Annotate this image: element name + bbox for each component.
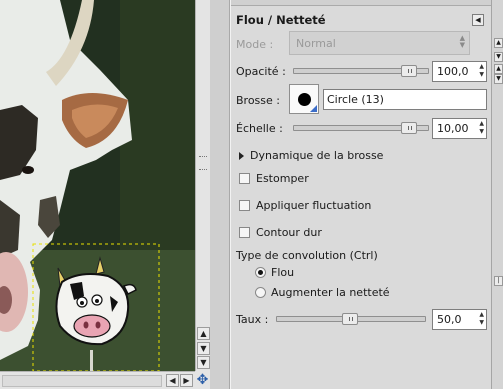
opacity-slider-handle[interactable] bbox=[401, 65, 417, 77]
scale-label: Échelle : bbox=[236, 122, 283, 135]
horizontal-scroll-track[interactable] bbox=[2, 375, 162, 387]
spin-arrows-icon[interactable]: ▲ ▼ bbox=[479, 120, 484, 136]
brush-picker-corner-icon bbox=[310, 105, 317, 112]
rate-value: 50,0 bbox=[437, 313, 462, 326]
mode-select: Normal ▲ ▼ bbox=[289, 31, 470, 55]
horizontal-scrollbar[interactable]: ◀ ▶ bbox=[0, 371, 210, 389]
dock-up-button-2[interactable]: ▲ bbox=[494, 64, 503, 74]
opacity-label: Opacité : bbox=[236, 65, 286, 78]
opacity-value: 100,0 bbox=[437, 65, 469, 78]
brush-dynamics-label: Dynamique de la brosse bbox=[250, 149, 384, 162]
scale-slider-handle[interactable] bbox=[401, 122, 417, 134]
scroll-down-button[interactable]: ▼ bbox=[197, 342, 210, 355]
brush-name-field[interactable]: Circle (13) bbox=[323, 89, 487, 110]
brush-preview-button[interactable] bbox=[289, 84, 319, 114]
fade-checkbox[interactable] bbox=[239, 173, 250, 184]
right-dock-strip: ▲ ▼ ▲ ▼ | bbox=[491, 0, 503, 389]
fade-label[interactable]: Estomper bbox=[256, 172, 309, 185]
rate-input[interactable]: 50,0 ▲ ▼ bbox=[432, 309, 487, 330]
tool-options-panel: Flou / Netteté ◀ Mode : Normal ▲ ▼ Opacit… bbox=[230, 0, 492, 389]
panel-top-border bbox=[231, 0, 492, 6]
dock-tab-button[interactable]: | bbox=[494, 276, 503, 286]
sharpen-radio[interactable] bbox=[255, 287, 266, 298]
mode-label: Mode : bbox=[236, 38, 274, 51]
panel-title: Flou / Netteté bbox=[236, 13, 326, 27]
spin-arrows-icon[interactable]: ▲ ▼ bbox=[479, 63, 484, 79]
vertical-scrollbar[interactable]: ▲ ▼ ▼ bbox=[195, 0, 210, 371]
spin-arrows-icon[interactable]: ▲ ▼ bbox=[479, 311, 484, 327]
canvas-image bbox=[0, 0, 195, 371]
dock-up-button[interactable]: ▲ bbox=[494, 38, 503, 48]
expander-triangle-icon bbox=[239, 152, 244, 160]
mode-value: Normal bbox=[296, 37, 336, 50]
panel-separator[interactable] bbox=[210, 0, 230, 389]
combo-arrows-icon: ▲ ▼ bbox=[459, 34, 465, 49]
gimp-window: ▲ ▼ ▼ ◀ ▶ ✥ Flou / Netteté ◀ Mode : Norm… bbox=[0, 0, 503, 389]
hard-edge-label[interactable]: Contour dur bbox=[256, 226, 322, 239]
dock-down-button[interactable]: ▼ bbox=[494, 52, 503, 62]
panel-menu-icon[interactable]: ◀ bbox=[472, 14, 484, 26]
rate-label: Taux : bbox=[236, 313, 269, 326]
jitter-checkbox[interactable] bbox=[239, 200, 250, 211]
resize-grip[interactable] bbox=[199, 156, 207, 170]
hard-edge-checkbox[interactable] bbox=[239, 227, 250, 238]
scroll-right-button[interactable]: ▶ bbox=[180, 374, 193, 387]
scroll-up-button[interactable]: ▲ bbox=[197, 327, 210, 340]
blur-radio[interactable] bbox=[255, 267, 266, 278]
brush-label: Brosse : bbox=[236, 94, 280, 107]
scale-value: 10,00 bbox=[437, 122, 469, 135]
blur-radio-label[interactable]: Flou bbox=[271, 266, 294, 279]
opacity-input[interactable]: 100,0 ▲ ▼ bbox=[432, 61, 487, 82]
scroll-left-button[interactable]: ◀ bbox=[166, 374, 179, 387]
image-canvas[interactable] bbox=[0, 0, 195, 371]
rate-slider-handle[interactable] bbox=[342, 313, 358, 325]
brush-dynamics-expander[interactable]: Dynamique de la brosse bbox=[239, 149, 383, 162]
scroll-down-end-button[interactable]: ▼ bbox=[197, 356, 210, 369]
jitter-label[interactable]: Appliquer fluctuation bbox=[256, 199, 371, 212]
navigate-icon[interactable]: ✥ bbox=[195, 371, 210, 389]
dock-down-button-2[interactable]: ▼ bbox=[494, 74, 503, 84]
convolve-type-label: Type de convolution (Ctrl) bbox=[236, 249, 378, 262]
scale-input[interactable]: 10,00 ▲ ▼ bbox=[432, 118, 487, 139]
sharpen-radio-label[interactable]: Augmenter la netteté bbox=[271, 286, 390, 299]
